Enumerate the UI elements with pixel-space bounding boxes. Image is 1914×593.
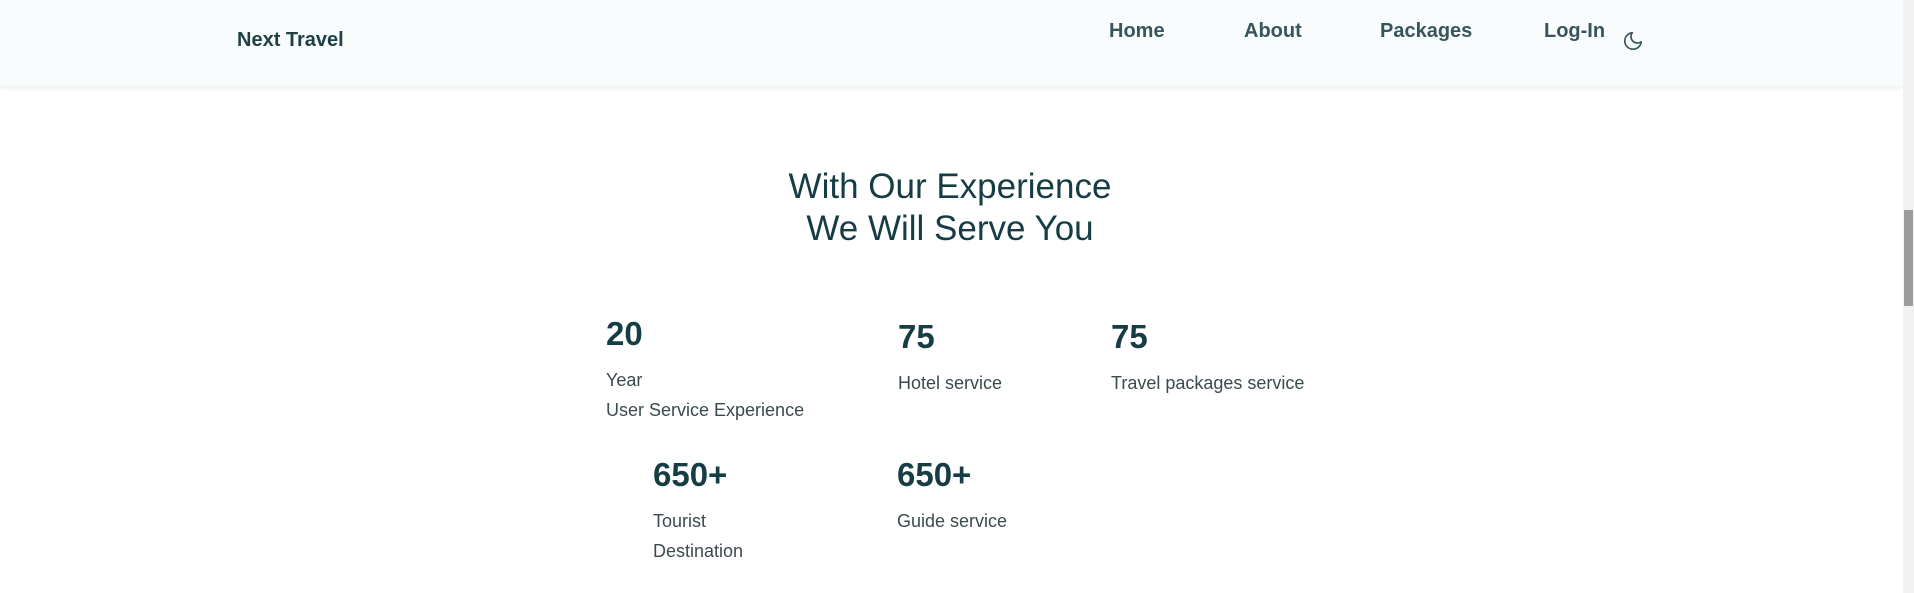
vertical-scrollbar[interactable] [1903, 0, 1914, 593]
nav-login[interactable]: Log-In [1544, 20, 1605, 43]
stat-label-line: Guide service [897, 511, 1008, 531]
theme-toggle-button[interactable] [1622, 30, 1644, 52]
stat-value: 650+ [897, 456, 972, 493]
scrollbar-thumb[interactable] [1904, 210, 1913, 306]
stat-guide-service: 650+ Guide service [897, 455, 1007, 536]
stat-value: 75 [1111, 318, 1148, 355]
nav-packages[interactable]: Packages [1380, 20, 1472, 43]
stat-value: 650+ [653, 456, 728, 493]
stat-label-line: Hotel service [898, 373, 1003, 393]
stat-hotel-service: 75 Hotel service [898, 317, 1002, 398]
stat-label-line: Travel packages service [1111, 373, 1305, 393]
stat-label-line: Destination [653, 541, 744, 561]
stat-years-experience: 20 Year User Service Experience [606, 314, 804, 425]
nav-home[interactable]: Home [1109, 20, 1165, 43]
stat-label-line: User Service Experience [606, 400, 805, 420]
stat-value: 20 [606, 315, 643, 352]
section-title-line-2: We Will Serve You [806, 209, 1094, 248]
stat-value: 75 [898, 318, 935, 355]
moon-icon [1623, 31, 1643, 51]
logo[interactable]: Next Travel [237, 29, 344, 52]
stat-tourist-destination: 650+ Tourist Destination [653, 455, 743, 566]
section-title: With Our Experience We Will Serve You [0, 166, 1900, 250]
section-title-line-1: With Our Experience [788, 167, 1112, 206]
stat-label-line: Year [606, 370, 643, 390]
nav-about[interactable]: About [1244, 20, 1302, 43]
stat-label-line: Tourist [653, 511, 707, 531]
page: Next Travel Home About Packages Log-In W… [0, 0, 1914, 593]
stat-travel-packages: 75 Travel packages service [1111, 317, 1304, 398]
header: Next Travel Home About Packages Log-In [0, 0, 1903, 87]
